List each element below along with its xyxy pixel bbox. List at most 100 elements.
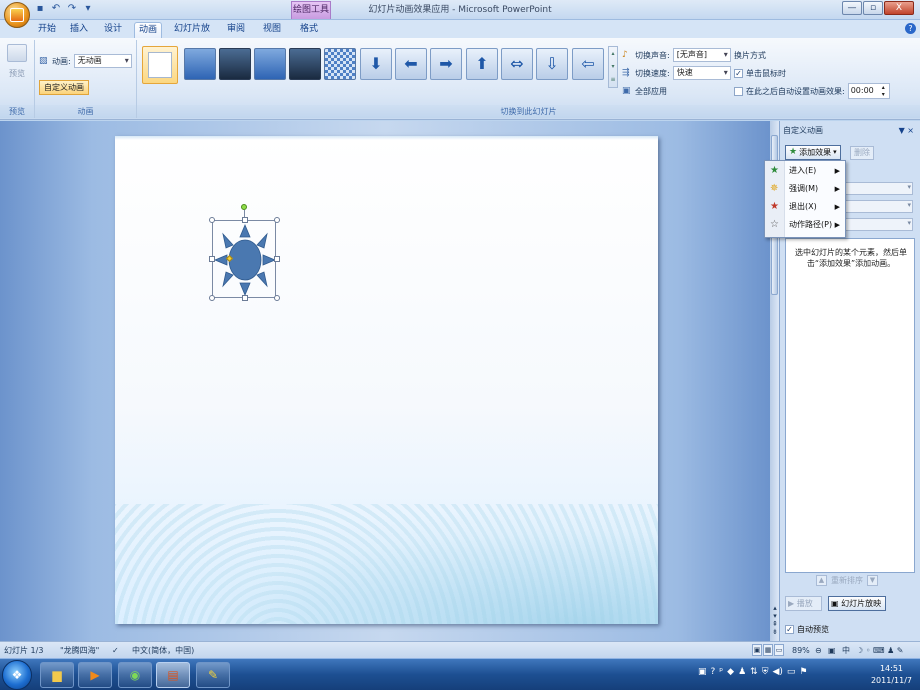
sun-shape-selection[interactable] [209,204,280,301]
resize-handle-nw[interactable] [209,217,215,223]
tray-ime-icon[interactable]: ᵖ [719,667,723,677]
slide-canvas[interactable] [115,136,658,624]
start-button[interactable]: ❖ [2,660,32,690]
transition-fade-black-thumb[interactable] [219,48,251,80]
taskbar-clock[interactable]: 14:51 2011/11/7 [871,663,912,687]
rotation-handle[interactable] [241,204,247,210]
tray-display-icon[interactable]: ▭ [787,667,796,677]
tray-security-icon[interactable]: ◆ [727,667,734,677]
ime-indicator[interactable]: 中 [842,642,850,659]
tab-view[interactable]: 视图 [261,22,283,38]
menu-item-motion-path[interactable]: ☆ 动作路径(P) ▶ [765,216,845,234]
tray-user-icon[interactable]: ♟ [738,667,746,677]
media-player-taskbar-button[interactable]: ▶ [78,662,112,688]
help-icon[interactable]: ? [905,23,916,34]
transition-cut-thumb[interactable] [254,48,286,80]
transition-wipe-down-thumb[interactable]: ⬇ [360,48,392,80]
redo-icon[interactable]: ↷ [66,3,78,15]
effect-property-select[interactable] [840,200,913,213]
gallery-scroll[interactable]: ▴ ▾ ≡ [608,46,618,88]
delete-effect-button[interactable]: 删除 [850,146,874,160]
tray-flag-icon[interactable]: ⚑ [799,667,807,677]
normal-view-icon[interactable]: ▣ [752,644,762,656]
sound-select[interactable]: [无声音] [672,48,731,62]
fit-window-icon[interactable]: ▣ [828,642,836,659]
menu-item-emphasis[interactable]: ✵ 强调(M) ▶ [765,180,845,198]
on-click-label: 单击鼠标时 [746,68,786,78]
browser-taskbar-button[interactable]: ◉ [118,662,152,688]
tab-design[interactable]: 设计 [102,22,124,38]
tab-animations[interactable]: 动画 [134,22,162,38]
resize-handle-ne[interactable] [274,217,280,223]
animate-select[interactable]: 无动画 [73,54,132,68]
reading-view-icon[interactable]: ▭ [774,644,784,656]
sorter-view-icon[interactable]: ▦ [763,644,773,656]
add-effect-button[interactable]: ★ 添加效果 ▾ [785,145,841,160]
slideshow-button[interactable]: ▣ 幻灯片放映 [828,596,886,611]
tray-help-icon[interactable]: ? [711,667,716,677]
transition-wipe-left-thumb[interactable]: ⬅ [395,48,427,80]
animation-list[interactable]: 选中幻灯片的某个元素，然后单击“添加效果”添加动画。 [785,238,915,573]
tray-shield-icon[interactable]: ⛨ [762,667,769,677]
close-button[interactable]: X [884,1,914,15]
effect-speed-select[interactable] [840,218,913,231]
auto-after-time-input[interactable]: 00:00 [847,83,890,99]
resize-handle-se[interactable] [274,295,280,301]
undo-icon[interactable]: ↶ [50,3,62,15]
speed-select[interactable]: 快速 [672,66,731,80]
resize-handle-sw[interactable] [209,295,215,301]
entrance-star-icon: ★ [770,165,779,176]
apply-all-button[interactable]: ▣ 全部应用 [622,82,731,100]
resize-handle-s[interactable] [242,295,248,301]
transition-push-down-thumb[interactable]: ⇩ [536,48,568,80]
resize-handle-n[interactable] [242,217,248,223]
tab-insert[interactable]: 插入 [68,22,90,38]
resize-handle-w[interactable] [209,256,215,262]
explorer-taskbar-button[interactable]: ▆ [40,662,74,688]
slide-nav-arrows[interactable]: ▴ ▾ ⇞ ⇟ [771,604,779,636]
auto-after-checkbox[interactable] [734,86,743,96]
maximize-button[interactable]: ▫ [863,1,883,15]
menu-item-exit[interactable]: ★ 退出(X) ▶ [765,198,845,216]
powerpoint-taskbar-button[interactable]: ▤ [156,662,190,688]
ime-toolbar-icons[interactable]: ☽ ◦ ⌨ ♟ ✎ [856,642,903,659]
window-title: 幻灯片动画效果应用 - Microsoft PowerPoint [368,5,552,15]
resize-handle-e[interactable] [274,256,280,262]
minimize-button[interactable]: — [842,1,862,15]
move-up-icon[interactable]: ▲ [816,575,827,586]
transition-wipe-right-thumb[interactable]: ➡ [430,48,462,80]
transition-none-thumb[interactable] [142,46,178,84]
menu-item-entrance[interactable]: ★ 进入(E) ▶ [765,162,845,180]
tab-slideshow[interactable]: 幻灯片放映 [170,22,214,49]
tab-home[interactable]: 开始 [36,22,58,38]
customize-qat-icon[interactable]: ▾ [82,3,94,15]
tray-app-icon[interactable]: ▣ [698,667,707,677]
on-click-checkbox[interactable]: ✓ [734,68,743,78]
preview-button[interactable]: 预览 [4,44,30,79]
transition-push-left-thumb[interactable]: ⇦ [572,48,604,80]
sun-shape[interactable] [213,221,277,299]
transition-cut-black-thumb[interactable] [289,48,321,80]
zoom-out-icon[interactable]: ⊖ [815,642,822,659]
auto-preview-checkbox[interactable]: ✓ [785,625,794,634]
move-down-icon[interactable]: ▼ [867,575,878,586]
tab-review[interactable]: 审阅 [225,22,247,38]
transition-split-thumb[interactable]: ⇔ [501,48,533,80]
tray-network-icon[interactable]: ⇅ [750,667,758,677]
zoom-level[interactable]: 89% [792,642,810,659]
transition-dissolve-thumb[interactable] [324,48,356,80]
save-icon[interactable]: ▪ [34,3,46,15]
play-button[interactable]: ▶ 播放 [785,596,822,611]
pane-close-icon[interactable]: ▼ × [899,124,914,138]
paint-taskbar-button[interactable]: ✎ [196,662,230,688]
transition-wipe-up-thumb[interactable]: ⬆ [466,48,498,80]
transition-fade-smooth-thumb[interactable] [184,48,216,80]
tray-volume-icon[interactable]: ◀) [772,667,782,677]
effect-start-select[interactable] [840,182,913,195]
language-indicator[interactable]: 中文(简体，中国) [132,642,194,659]
spellcheck-icon[interactable]: ✓ [112,642,119,659]
office-button[interactable] [4,2,30,28]
tab-format[interactable]: 格式 [298,22,320,38]
custom-animation-button[interactable]: 自定义动画 [39,80,89,95]
windows-taskbar: ❖ ▆ ▶ ◉ ▤ ✎ ▣ ? ᵖ ◆ ♟ ⇅ ⛨ ◀) ▭ ⚑ 14:51 2… [0,658,920,690]
